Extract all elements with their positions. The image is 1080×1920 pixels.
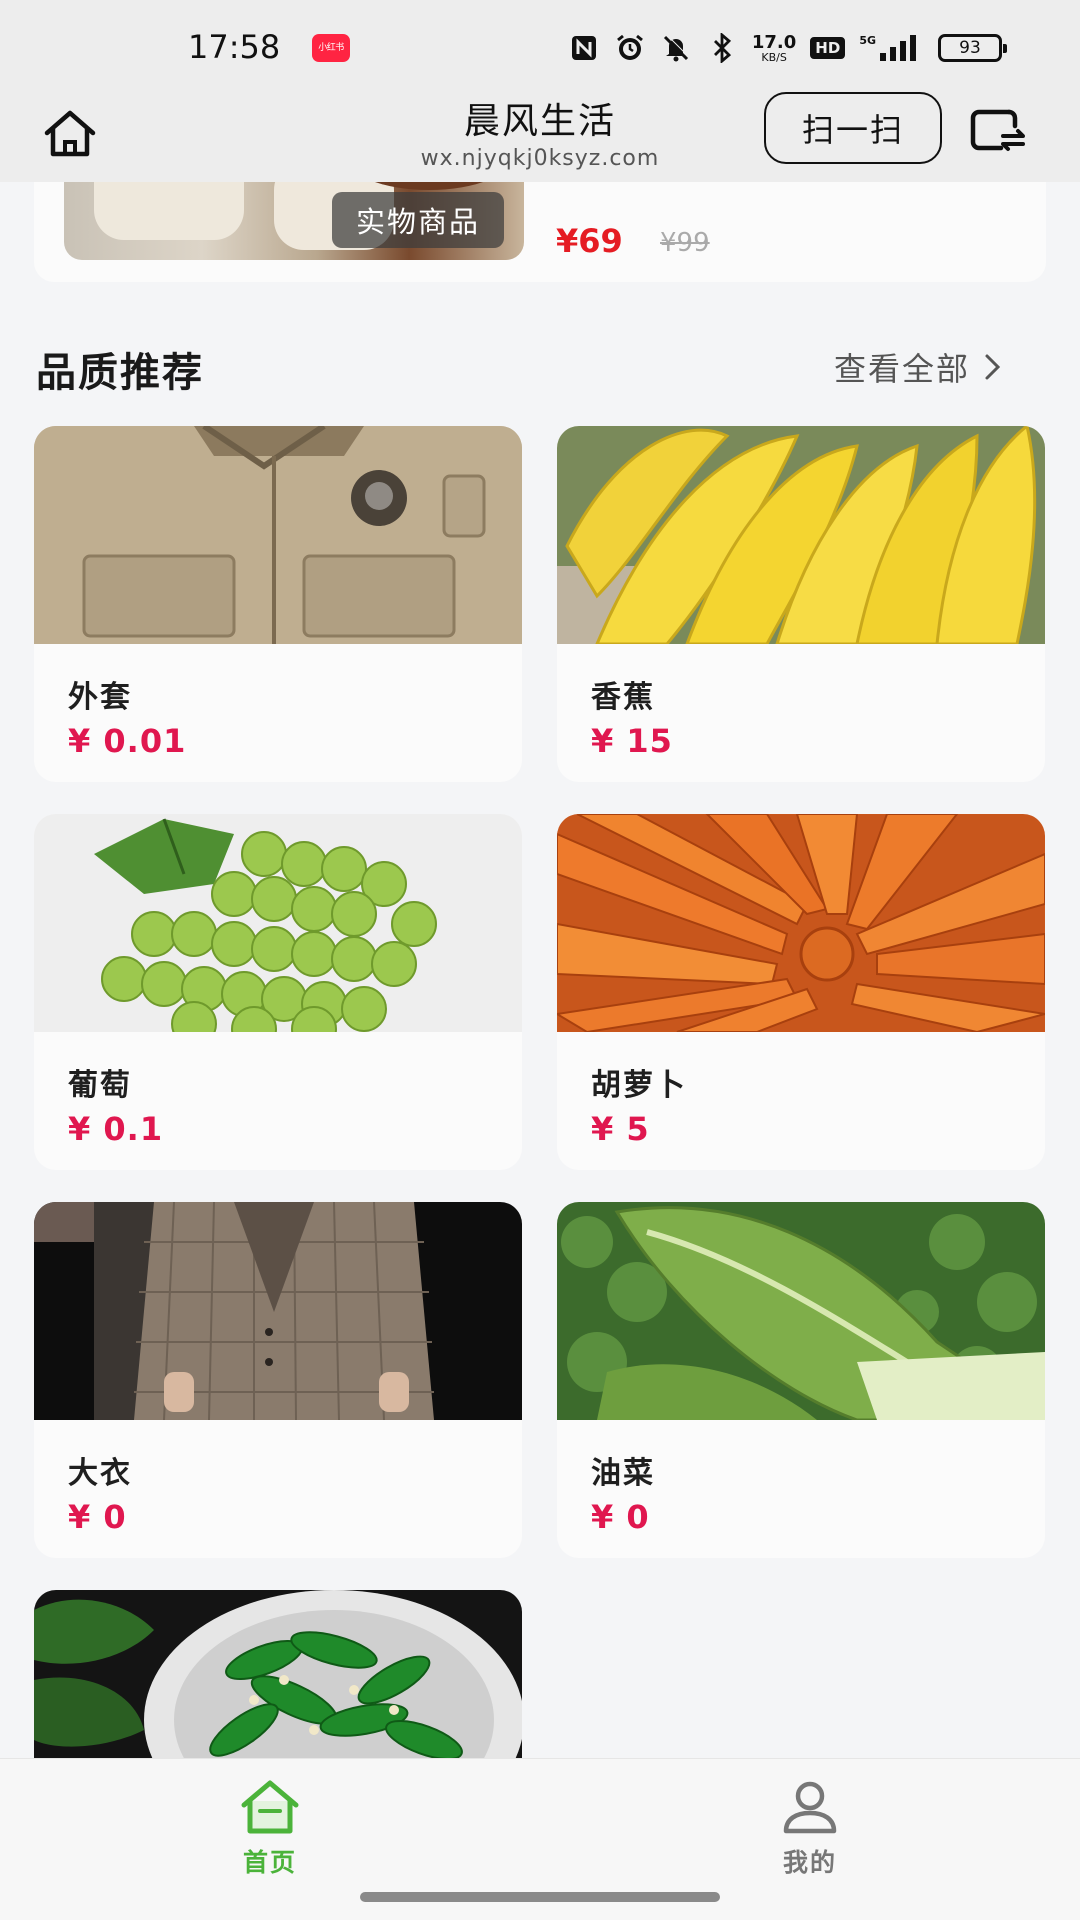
product-card[interactable]: 外套 ¥ 0.01: [34, 426, 522, 782]
scan-button[interactable]: 扫一扫: [764, 92, 942, 164]
product-image: [34, 1590, 522, 1758]
page-url: wx.njyqkj0ksyz.com: [420, 146, 660, 171]
product-name: 大衣: [68, 1456, 132, 1491]
xiaohongshu-notification-icon: 小红书: [312, 34, 350, 62]
home-icon[interactable]: [40, 104, 100, 164]
gesture-bar[interactable]: [360, 1892, 720, 1902]
product-card-partial[interactable]: [34, 1590, 522, 1758]
product-name: 外套: [68, 680, 132, 715]
alarm-icon: [614, 32, 646, 64]
product-name: 油菜: [591, 1456, 655, 1491]
product-card[interactable]: 油菜 ¥ 0: [557, 1202, 1045, 1558]
hd-badge: HD: [810, 37, 846, 59]
product-name: 香蕉: [591, 680, 655, 715]
product-card[interactable]: 葡萄 ¥ 0.1: [34, 814, 522, 1170]
product-price: ¥ 15: [591, 722, 673, 760]
product-type-badge: 实物商品: [332, 192, 504, 248]
battery-icon: 93: [938, 34, 1007, 62]
bluetooth-icon: [706, 32, 738, 64]
product-price: ¥ 0: [591, 1498, 650, 1536]
product-card[interactable]: 香蕉 ¥ 15: [557, 426, 1045, 782]
switch-account-icon[interactable]: [968, 104, 1028, 156]
product-price: ¥ 0: [68, 1498, 127, 1536]
network-speed: 17.0 KB/S: [751, 31, 797, 64]
product-price: ¥ 0.1: [68, 1110, 164, 1148]
product-price: ¥ 0.01: [68, 722, 187, 760]
product-image: [34, 1202, 522, 1420]
product-card[interactable]: 胡萝卜 ¥ 5: [557, 814, 1045, 1170]
signal-icon: 5G: [859, 35, 924, 61]
page-title-block: 晨风生活 wx.njyqkj0ksyz.com: [340, 92, 740, 171]
section-title: 品质推荐: [36, 350, 204, 396]
product-price: ¥ 5: [591, 1110, 650, 1148]
product-image: [34, 426, 522, 644]
product-image: [557, 426, 1045, 644]
product-image: [557, 1202, 1045, 1420]
tab-label: 我的: [782, 1848, 837, 1877]
user-icon: [783, 1781, 837, 1834]
home-icon: [241, 1780, 299, 1834]
view-all-link[interactable]: 查看全部: [834, 344, 1002, 390]
nfc-icon: [568, 32, 600, 64]
mute-icon: [660, 32, 692, 64]
product-price: ¥69: [556, 222, 623, 260]
title-bar: 晨风生活 wx.njyqkj0ksyz.com 扫一扫: [0, 92, 1080, 182]
product-image: [34, 814, 522, 1032]
tab-mine[interactable]: 我的: [710, 1779, 910, 1879]
product-card[interactable]: 大衣 ¥ 0: [34, 1202, 522, 1558]
original-price: ¥99: [660, 228, 710, 258]
view-all-label: 查看全部: [834, 350, 971, 388]
product-name: 葡萄: [68, 1068, 132, 1103]
product-name: 胡萝卜: [591, 1068, 687, 1103]
status-time: 17:58: [188, 28, 281, 66]
tab-label: 首页: [242, 1848, 297, 1877]
status-icons: 17.0 KB/S HD 5G 93: [568, 28, 1007, 68]
page-title: 晨风生活: [463, 101, 616, 142]
tab-home[interactable]: 首页: [170, 1779, 370, 1879]
product-image: [557, 814, 1045, 1032]
chevron-right-icon: [985, 354, 1001, 380]
status-bar: 17:58 小红书 17.0 KB/S HD 5G 93: [0, 0, 1080, 92]
